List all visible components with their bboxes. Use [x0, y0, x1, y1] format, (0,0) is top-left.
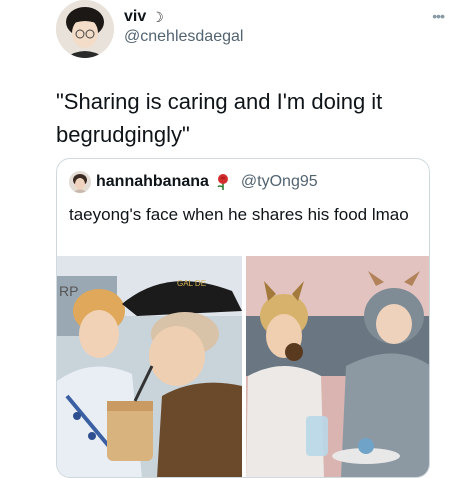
author-name-row[interactable]: viv ☽ — [124, 8, 164, 26]
photo-left[interactable]: RP GAL DE — [57, 256, 242, 477]
tweet-text: "Sharing is caring and I'm doing it begr… — [56, 89, 383, 147]
quoted-avatar[interactable] — [69, 171, 91, 193]
cap-logo-text: GAL DE — [177, 279, 206, 288]
quoted-tweet-card[interactable]: hannahbanana @tyOng95 taeyong's face whe… — [56, 158, 430, 478]
rose-icon — [214, 173, 232, 191]
more-dots-icon[interactable]: ••• — [432, 8, 445, 24]
photo-right[interactable] — [246, 256, 429, 477]
author-avatar[interactable] — [56, 0, 114, 58]
author-handle[interactable]: @cnehlesdaegal — [124, 28, 243, 46]
quoted-header: hannahbanana @tyOng95 — [69, 171, 318, 193]
author-display-name[interactable]: viv — [124, 8, 146, 26]
quoted-media: RP GAL DE — [57, 256, 429, 477]
quoted-display-name[interactable]: hannahbanana — [96, 173, 209, 191]
svg-text:RP: RP — [59, 283, 78, 299]
quoted-text: taeyong's face when he shares his food l… — [69, 205, 409, 224]
crescent-moon-icon: ☽ — [151, 8, 164, 25]
quoted-handle[interactable]: @tyOng95 — [241, 173, 318, 191]
